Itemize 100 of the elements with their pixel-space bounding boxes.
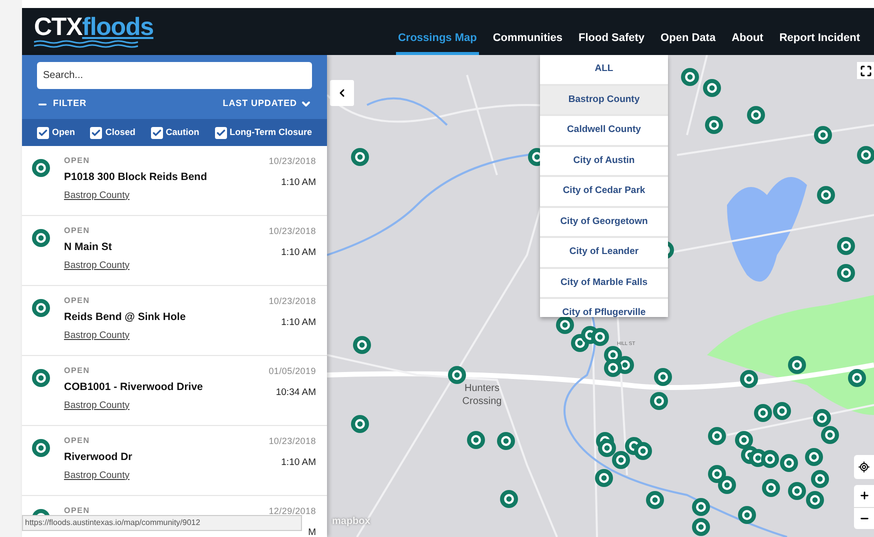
community-menu-item[interactable]: ALL bbox=[540, 55, 668, 86]
crossing-marker-icon bbox=[650, 392, 668, 410]
wave-icon bbox=[34, 40, 138, 48]
community-menu-item[interactable]: City of Pflugerville bbox=[540, 299, 668, 317]
crossing-marker-icon bbox=[788, 356, 806, 374]
crossing-marker-icon bbox=[814, 126, 832, 144]
update-time: 1:10 AM bbox=[281, 316, 316, 330]
crossing-marker-icon bbox=[591, 328, 609, 346]
crossing-marker-icon bbox=[351, 148, 369, 166]
crossing-marker-icon bbox=[32, 159, 50, 177]
community-link[interactable]: Bastrop County bbox=[64, 328, 269, 343]
fullscreen-button[interactable] bbox=[857, 62, 874, 79]
crossing-marker-icon bbox=[32, 299, 50, 317]
status-checkbox[interactable]: Open bbox=[37, 126, 76, 140]
crossing-name: COB1001 - Riverwood Drive bbox=[64, 380, 204, 395]
nav-tab[interactable]: Flood Safety bbox=[576, 25, 647, 55]
crossing-marker-icon bbox=[351, 415, 369, 433]
crossing-name: P1018 300 Block Reids Bend bbox=[64, 170, 208, 185]
community-menu-item[interactable]: City of Cedar Park bbox=[540, 177, 668, 208]
community-link[interactable]: Bastrop County bbox=[64, 188, 269, 203]
search-field[interactable]: Search... bbox=[37, 62, 312, 89]
crossing-marker-icon bbox=[703, 79, 721, 97]
crossing-marker-icon bbox=[788, 482, 806, 500]
update-date: 10/23/2018 bbox=[268, 225, 316, 238]
nav-tab[interactable]: Open Data bbox=[658, 25, 718, 55]
community-menu-item[interactable]: City of Georgetown bbox=[540, 208, 668, 238]
collapse-sidebar-button[interactable] bbox=[330, 80, 354, 106]
locate-icon bbox=[858, 461, 870, 473]
status-checkbox[interactable]: Caution bbox=[150, 126, 200, 140]
status-label: OPEN bbox=[64, 435, 91, 447]
update-date: 10/23/2018 bbox=[268, 295, 316, 308]
crossing-marker-icon bbox=[556, 316, 574, 334]
crossing-marker-icon bbox=[692, 518, 710, 536]
locate-button[interactable] bbox=[854, 455, 874, 479]
community-link[interactable]: Bastrop County bbox=[64, 398, 269, 413]
crossing-marker-icon bbox=[32, 439, 50, 457]
crossing-marker-icon bbox=[718, 476, 736, 494]
update-date: 01/05/2019 bbox=[268, 365, 316, 378]
filter-toggle[interactable]: FILTER bbox=[37, 97, 87, 111]
update-date: 10/23/2018 bbox=[268, 155, 316, 168]
nav-tab[interactable]: About bbox=[730, 25, 766, 55]
community-menu-item[interactable]: City of Marble Falls bbox=[540, 268, 668, 299]
crossing-marker-icon bbox=[754, 404, 772, 422]
crossing-marker-icon bbox=[837, 264, 855, 282]
crossing-marker-icon bbox=[634, 442, 652, 460]
update-time: M bbox=[308, 526, 316, 537]
crossing-marker-icon bbox=[738, 506, 756, 524]
place-label: Hunters Crossing bbox=[461, 383, 503, 408]
check-icon bbox=[216, 128, 226, 138]
crossing-marker-icon bbox=[705, 116, 723, 134]
crossing-marker-icon bbox=[821, 426, 839, 444]
update-time: 1:10 AM bbox=[281, 176, 316, 190]
update-date: 12/29/2018 bbox=[268, 505, 316, 518]
crossing-name: N Main St bbox=[64, 240, 113, 255]
update-date: 10/23/2018 bbox=[268, 435, 316, 448]
status-label: OPEN bbox=[64, 365, 91, 377]
check-icon bbox=[152, 128, 162, 138]
crossing-marker-icon bbox=[467, 431, 485, 449]
crossing-marker-icon bbox=[761, 450, 779, 468]
crossing-marker-icon bbox=[817, 186, 835, 204]
crossing-marker-icon bbox=[692, 498, 710, 516]
community-menu-item[interactable]: City of Leander bbox=[540, 238, 668, 268]
crossing-marker-icon bbox=[837, 237, 855, 255]
update-time: 1:10 AM bbox=[281, 456, 316, 470]
crossing-name: Reids Bend @ Sink Hole bbox=[64, 310, 187, 325]
crossing-marker-icon bbox=[497, 432, 515, 450]
crossing-marker-icon bbox=[762, 479, 780, 497]
status-label: OPEN bbox=[64, 225, 91, 237]
crossing-marker-icon bbox=[740, 370, 758, 388]
status-url-bar: https://floods.austintexas.io/map/community/9012 bbox=[22, 515, 302, 531]
crossing-marker-icon bbox=[773, 402, 791, 420]
crossing-marker-icon bbox=[813, 409, 831, 427]
crossing-marker-icon bbox=[353, 336, 371, 354]
crossing-marker-icon bbox=[805, 448, 823, 466]
crossing-marker-icon bbox=[735, 431, 753, 449]
crossing-name: Riverwood Dr bbox=[64, 450, 134, 465]
community-link[interactable]: Bastrop County bbox=[64, 468, 269, 483]
crossing-marker-icon bbox=[857, 146, 874, 164]
crossing-marker-icon bbox=[646, 491, 664, 509]
crossing-marker-icon bbox=[681, 68, 699, 86]
crossing-marker-icon bbox=[500, 490, 518, 508]
status-label: OPEN bbox=[64, 505, 91, 517]
community-menu-item[interactable]: City of Austin bbox=[540, 146, 668, 177]
crossing-marker-icon bbox=[780, 454, 798, 472]
crossing-marker-icon bbox=[747, 106, 765, 124]
logo[interactable]: CTXfloods bbox=[34, 15, 154, 40]
community-menu-item[interactable]: Caldwell County bbox=[540, 116, 668, 146]
crossing-marker-icon bbox=[32, 229, 50, 247]
sort-dropdown[interactable]: LAST UPDATED bbox=[222, 97, 312, 111]
community-menu-item[interactable]: Bastrop County bbox=[540, 86, 668, 116]
community-link[interactable]: Bastrop County bbox=[64, 258, 269, 273]
nav-tab[interactable]: Communities bbox=[490, 25, 565, 55]
crossing-marker-icon bbox=[811, 470, 829, 488]
status-label: OPEN bbox=[64, 295, 91, 307]
nav-tab[interactable]: Report Incident bbox=[777, 25, 862, 55]
status-checkbox[interactable]: Closed bbox=[90, 126, 136, 140]
status-checkbox[interactable]: Long-Term Closure bbox=[214, 126, 312, 140]
crossing-marker-icon bbox=[612, 451, 630, 469]
crossing-marker-icon bbox=[448, 366, 466, 384]
check-icon bbox=[91, 128, 102, 138]
